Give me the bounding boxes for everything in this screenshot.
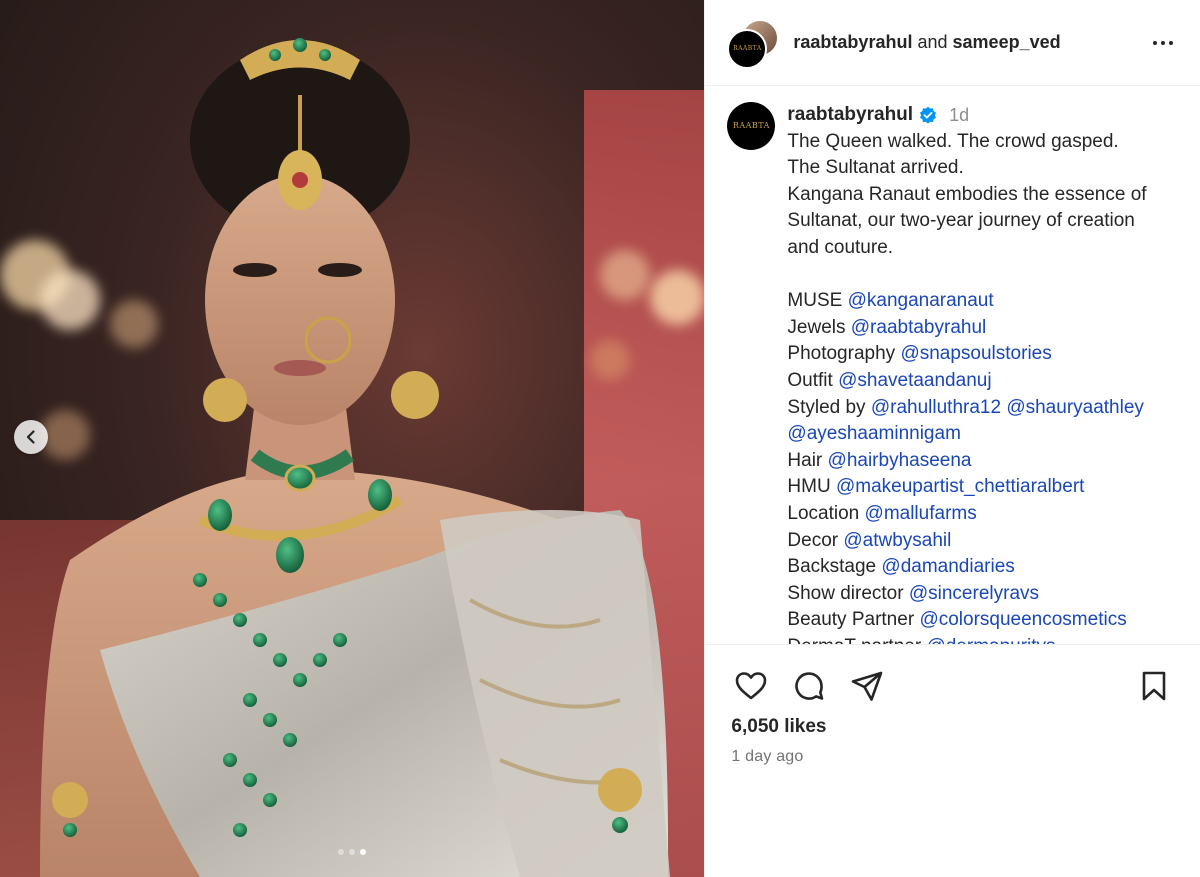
credit-label: Show director <box>787 582 904 604</box>
post-media <box>0 0 705 877</box>
credit-label: Jewels <box>787 316 846 338</box>
brand-logo: RAABTA <box>732 121 770 130</box>
credit-line: Backstage @damandiaries <box>787 554 1146 581</box>
credit-label: Decor <box>787 529 839 551</box>
mention-link[interactable]: @dermapuritys <box>926 636 1055 644</box>
mention-link[interactable]: @raabtabyrahul <box>851 317 986 338</box>
mention-link[interactable]: @mallufarms <box>865 503 977 524</box>
credit-line: DermaT partner @dermapuritys <box>787 634 1146 644</box>
post-details-panel: RAABTA raabtabyrahul and sameep_ved RAAB… <box>704 0 1200 877</box>
credit-line: Jewels @raabtabyrahul <box>787 315 1146 342</box>
credit-line: Decor @atwbysahil <box>787 528 1146 555</box>
collab-usernames: raabtabyrahul and sameep_ved <box>793 32 1148 53</box>
more-options-button[interactable] <box>1148 28 1178 58</box>
portrait-figure <box>40 38 670 877</box>
carousel-dot[interactable] <box>338 849 345 855</box>
dot <box>1169 40 1173 45</box>
caption-line: The Queen walked. The crowd gasped. <box>787 130 1119 152</box>
credit-label: Photography <box>787 343 896 365</box>
caption-line: Sultanat, our two-year journey of creati… <box>787 210 1135 232</box>
brand-logo: RAABTA <box>733 44 762 52</box>
carousel-dot[interactable] <box>360 849 367 855</box>
mention-link[interactable]: @damandiaries <box>881 556 1014 577</box>
credit-line: Hair @hairbyhaseena <box>787 448 1146 475</box>
credit-label: Hair <box>787 449 823 471</box>
credit-label: Location <box>787 502 860 524</box>
credit-line: HMU @makeupartist_chettiaralbert <box>787 474 1146 501</box>
carousel-previous-button[interactable] <box>14 420 48 454</box>
caption-line: and couture. <box>787 236 894 258</box>
caption-line: The Sultanat arrived. <box>787 157 964 179</box>
credit-line: Styled by @rahulluthra12 @shauryaathley <box>787 395 1146 422</box>
bookmark-icon <box>1142 671 1166 701</box>
caption-header: raabtabyrahul 1d <box>787 102 1146 129</box>
mention-link[interactable]: @shauryaathley <box>1006 397 1144 418</box>
post-timestamp[interactable]: 1 day ago <box>731 748 803 766</box>
caption-username[interactable]: raabtabyrahul <box>787 102 913 129</box>
caption-line: Kangana Ranaut embodies the essence of <box>787 183 1147 205</box>
credit-line: Show director @sincerelyravs <box>787 581 1146 608</box>
avatar[interactable]: RAABTA <box>727 28 768 69</box>
credit-label: DermaT partner <box>787 636 921 644</box>
collab-avatars[interactable]: RAABTA <box>727 18 780 69</box>
mention-link[interactable]: @ayeshaaminnigam <box>787 423 961 444</box>
credit-label: MUSE <box>787 290 843 312</box>
mention-link[interactable]: @colorsqueencosmetics <box>919 609 1126 630</box>
action-bar <box>731 666 1174 706</box>
joiner-text: and <box>917 32 948 52</box>
credit-label: Beauty Partner <box>787 609 915 631</box>
credit-line: @ayeshaaminnigam <box>787 421 1146 448</box>
credit-label: HMU <box>787 476 831 498</box>
like-button[interactable] <box>731 666 771 706</box>
credit-line: Outfit @shavetaandanuj <box>787 368 1146 395</box>
instagram-post: RAABTA raabtabyrahul and sameep_ved RAAB… <box>0 0 1200 877</box>
username-link[interactable]: raabtabyrahul <box>793 32 912 52</box>
caption-credits: MUSE @kanganaranaut Jewels @raabtabyrahul… <box>787 288 1146 644</box>
mention-link[interactable]: @hairbyhaseena <box>828 450 972 471</box>
share-button[interactable] <box>847 666 887 706</box>
credit-line: MUSE @kanganaranaut <box>787 288 1146 315</box>
avatar[interactable]: RAABTA <box>727 102 776 150</box>
carousel-dot[interactable] <box>349 849 356 855</box>
heart-icon <box>736 672 767 700</box>
username-link[interactable]: sameep_ved <box>953 32 1061 52</box>
post-header: RAABTA raabtabyrahul and sameep_ved <box>705 0 1200 86</box>
credit-line: Photography @snapsoulstories <box>787 341 1146 368</box>
verified-badge-icon <box>920 107 937 124</box>
mention-link[interactable]: @rahulluthra12 <box>871 397 1001 418</box>
comment-button[interactable] <box>789 666 829 706</box>
post-age[interactable]: 1d <box>949 102 969 129</box>
caption-text: The Queen walked. The crowd gasped. The S… <box>787 129 1146 262</box>
mention-link[interactable]: @sincerelyravs <box>909 583 1039 604</box>
chevron-left-icon <box>26 430 35 444</box>
caption-scroll-area[interactable]: RAABTA raabtabyrahul 1d The Queen walked… <box>705 86 1200 644</box>
mention-link[interactable]: @makeupartist_chettiaralbert <box>836 476 1084 497</box>
mention-link[interactable]: @kanganaranaut <box>848 290 994 311</box>
dot <box>1161 40 1165 45</box>
paper-plane-icon <box>852 671 883 701</box>
save-button[interactable] <box>1134 666 1174 706</box>
credit-label: Outfit <box>787 369 833 391</box>
caption-body: raabtabyrahul 1d The Queen walked. The c… <box>787 102 1146 644</box>
credit-label: Backstage <box>787 556 877 578</box>
credit-label: Styled by <box>787 396 866 418</box>
carousel-indicator <box>0 849 704 855</box>
mention-link[interactable]: @atwbysahil <box>843 530 951 551</box>
dot <box>1153 40 1157 45</box>
likes-count[interactable]: 6,050 likes <box>731 716 826 738</box>
credit-line: Location @mallufarms <box>787 501 1146 528</box>
comment-icon <box>795 672 824 700</box>
mention-link[interactable]: @shavetaandanuj <box>838 370 991 391</box>
divider <box>705 644 1200 645</box>
credit-line: Beauty Partner @colorsqueencosmetics <box>787 607 1146 634</box>
mention-link[interactable]: @snapsoulstories <box>900 343 1051 364</box>
